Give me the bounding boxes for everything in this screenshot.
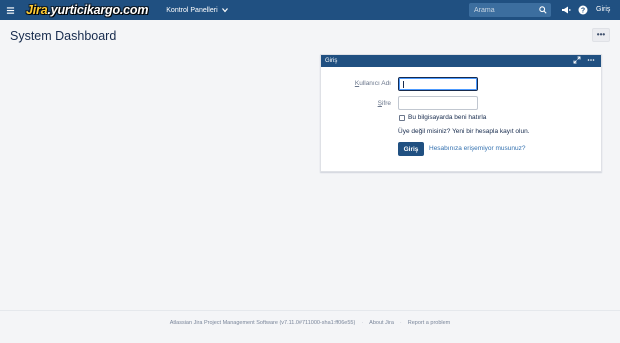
password-label: Şifre	[377, 100, 391, 107]
site-logo[interactable]: Jira.yurticikargo.com	[26, 3, 148, 17]
footer-about-link[interactable]: About Jira	[369, 320, 394, 326]
expand-icon[interactable]	[573, 56, 581, 64]
footer-divider	[0, 310, 620, 311]
footer-separator: ·	[361, 320, 364, 326]
text-caret	[403, 81, 404, 88]
ellipsis-icon: •••	[596, 30, 606, 39]
password-input[interactable]	[398, 96, 478, 110]
chevron-down-icon	[221, 8, 228, 13]
megaphone-icon[interactable]	[561, 5, 571, 15]
remember-me-checkbox[interactable]	[399, 115, 405, 121]
gadget-header: Giriş	[321, 55, 601, 67]
header-login-link[interactable]: Giriş	[596, 6, 610, 13]
footer-product[interactable]: Atlassian Jira Project Management Softwa…	[170, 320, 356, 326]
login-gadget: Giriş Kullanıcı Adı Şifre Bu bilgisayard…	[320, 54, 602, 172]
page-title: System Dashboard	[10, 29, 117, 43]
search-icon[interactable]	[539, 6, 547, 14]
search-input[interactable]: Arama	[469, 3, 551, 17]
footer-report-link[interactable]: Report a problem	[408, 320, 451, 326]
help-icon[interactable]: ?	[578, 5, 588, 15]
svg-text:?: ?	[581, 7, 585, 14]
username-input[interactable]	[398, 77, 478, 91]
menu-icon[interactable]	[0, 0, 20, 20]
forgot-account-link[interactable]: Hesabınıza erişemiyor musunuz?	[429, 145, 525, 152]
nav-dashboards-label: Kontrol Panelleri	[166, 6, 218, 14]
more-actions-button[interactable]: •••	[592, 28, 610, 42]
signup-text[interactable]: Üye değil misiniz? Yeni bir hesapla kayı…	[398, 128, 530, 135]
username-label: Kullanıcı Adı	[354, 80, 391, 87]
gadget-title: Giriş	[325, 58, 338, 64]
nav-dashboards[interactable]: Kontrol Panelleri	[166, 0, 228, 20]
footer-separator: ·	[399, 320, 402, 326]
footer: Atlassian Jira Project Management Softwa…	[0, 320, 620, 326]
gadget-menu-icon[interactable]	[587, 56, 595, 64]
search-placeholder: Arama	[474, 6, 495, 14]
remember-me-label[interactable]: Bu bilgisayarda beni hatırla	[408, 114, 486, 121]
login-button[interactable]: Giriş	[398, 142, 424, 156]
